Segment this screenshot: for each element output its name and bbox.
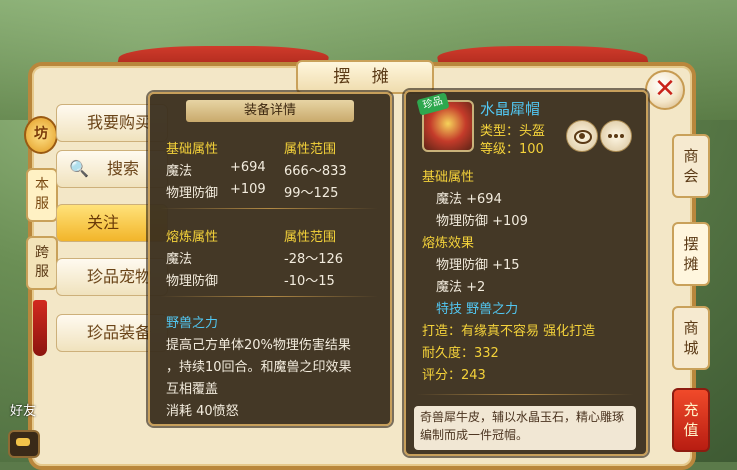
item-basic-row: 物理防御 +109	[436, 214, 528, 229]
refine-row-name: 魔法	[166, 252, 193, 267]
tab-guild-market[interactable]: 商会	[672, 134, 710, 198]
chat-icon[interactable]	[8, 430, 40, 458]
more-dot-icon	[620, 134, 624, 138]
skill-desc-line: 互相覆盖	[166, 382, 219, 397]
section-divider	[416, 394, 634, 395]
section-divider	[160, 208, 378, 209]
close-button[interactable]: ✕	[645, 70, 685, 110]
tab-recharge[interactable]: 充值	[672, 388, 710, 452]
basic-row-range: 99～125	[284, 186, 339, 201]
item-description: 奇兽犀牛皮，辅以水晶玉石，精心雕琢编制而成一件冠帽。	[414, 406, 636, 450]
item-type: 类型：头盔	[480, 124, 546, 139]
tab-recharge-label: 充值	[683, 401, 699, 439]
tab-mall[interactable]: 商城	[672, 306, 710, 370]
tab-stall[interactable]: 摆摊	[672, 222, 710, 286]
more-options-button[interactable]	[600, 120, 632, 152]
item-skill-line: 特技 野兽之力	[436, 302, 519, 317]
equipment-detail-popup: 装备详情 基础属性 属性范围 魔法 +694 666～833 物理防御 +109…	[148, 92, 392, 426]
item-score: 评分：243	[422, 368, 486, 383]
basic-row-value: +109	[230, 182, 266, 197]
item-refine-header: 熔炼效果	[422, 236, 475, 251]
refine-attr-header: 熔炼属性	[166, 230, 219, 245]
basic-row-name: 魔法	[166, 164, 193, 179]
search-icon: 🔍	[69, 159, 89, 178]
friends-label[interactable]: 好友	[10, 400, 36, 419]
basic-row-value: +694	[230, 160, 266, 175]
item-name: 水晶犀帽	[480, 100, 541, 118]
skill-cost: 消耗 40愤怒	[166, 404, 239, 419]
category-search-label: 搜索	[107, 159, 140, 178]
skill-desc-line: ，持续10回合。和魔兽之印效果	[166, 360, 352, 375]
item-basic-header: 基础属性	[422, 170, 475, 185]
item-refine-row: 魔法 +2	[436, 280, 486, 295]
basic-row-range: 666～833	[284, 164, 347, 179]
refine-range-header: 属性范围	[284, 230, 337, 245]
detail-popup-title: 装备详情	[186, 100, 354, 122]
item-level: 等级：100	[480, 142, 544, 157]
market-badge-icon: 坊	[24, 116, 58, 154]
item-durability: 耐久度：332	[422, 346, 499, 361]
item-card-popup: 珍品 水晶犀帽 类型：头盔 等级：100 基础属性 魔法 +694 物理防御 +…	[404, 90, 648, 456]
preview-eye-button[interactable]	[566, 120, 598, 152]
refine-row-name: 物理防御	[166, 274, 219, 289]
item-basic-row: 魔法 +694	[436, 192, 502, 207]
tab-local-server[interactable]: 本服	[26, 168, 58, 222]
tab-stall-label: 摆摊	[683, 235, 699, 273]
section-divider	[160, 296, 378, 297]
basic-attr-header: 基础属性	[166, 142, 219, 157]
tassel-decoration	[33, 300, 47, 356]
refine-row-range: -28～126	[284, 252, 344, 267]
tab-mall-label: 商城	[683, 319, 699, 357]
tab-cross-server[interactable]: 跨服	[26, 236, 58, 290]
basic-row-name: 物理防御	[166, 186, 219, 201]
item-maker-line: 打造：有缘真不容易 强化打造	[422, 324, 596, 339]
more-dot-icon	[614, 134, 618, 138]
tab-local-server-label: 本服	[35, 177, 49, 212]
tab-cross-server-label: 跨服	[35, 245, 49, 280]
window-title: 摆 摊	[296, 60, 434, 94]
skill-desc-line: 提高己方单体20%物理伤害结果	[166, 338, 351, 353]
basic-range-header: 属性范围	[284, 142, 337, 157]
more-dot-icon	[608, 134, 612, 138]
tab-guild-market-label: 商会	[683, 147, 699, 185]
item-refine-row: 物理防御 +15	[436, 258, 520, 273]
refine-row-range: -10～15	[284, 274, 335, 289]
skill-name: 野兽之力	[166, 316, 219, 331]
